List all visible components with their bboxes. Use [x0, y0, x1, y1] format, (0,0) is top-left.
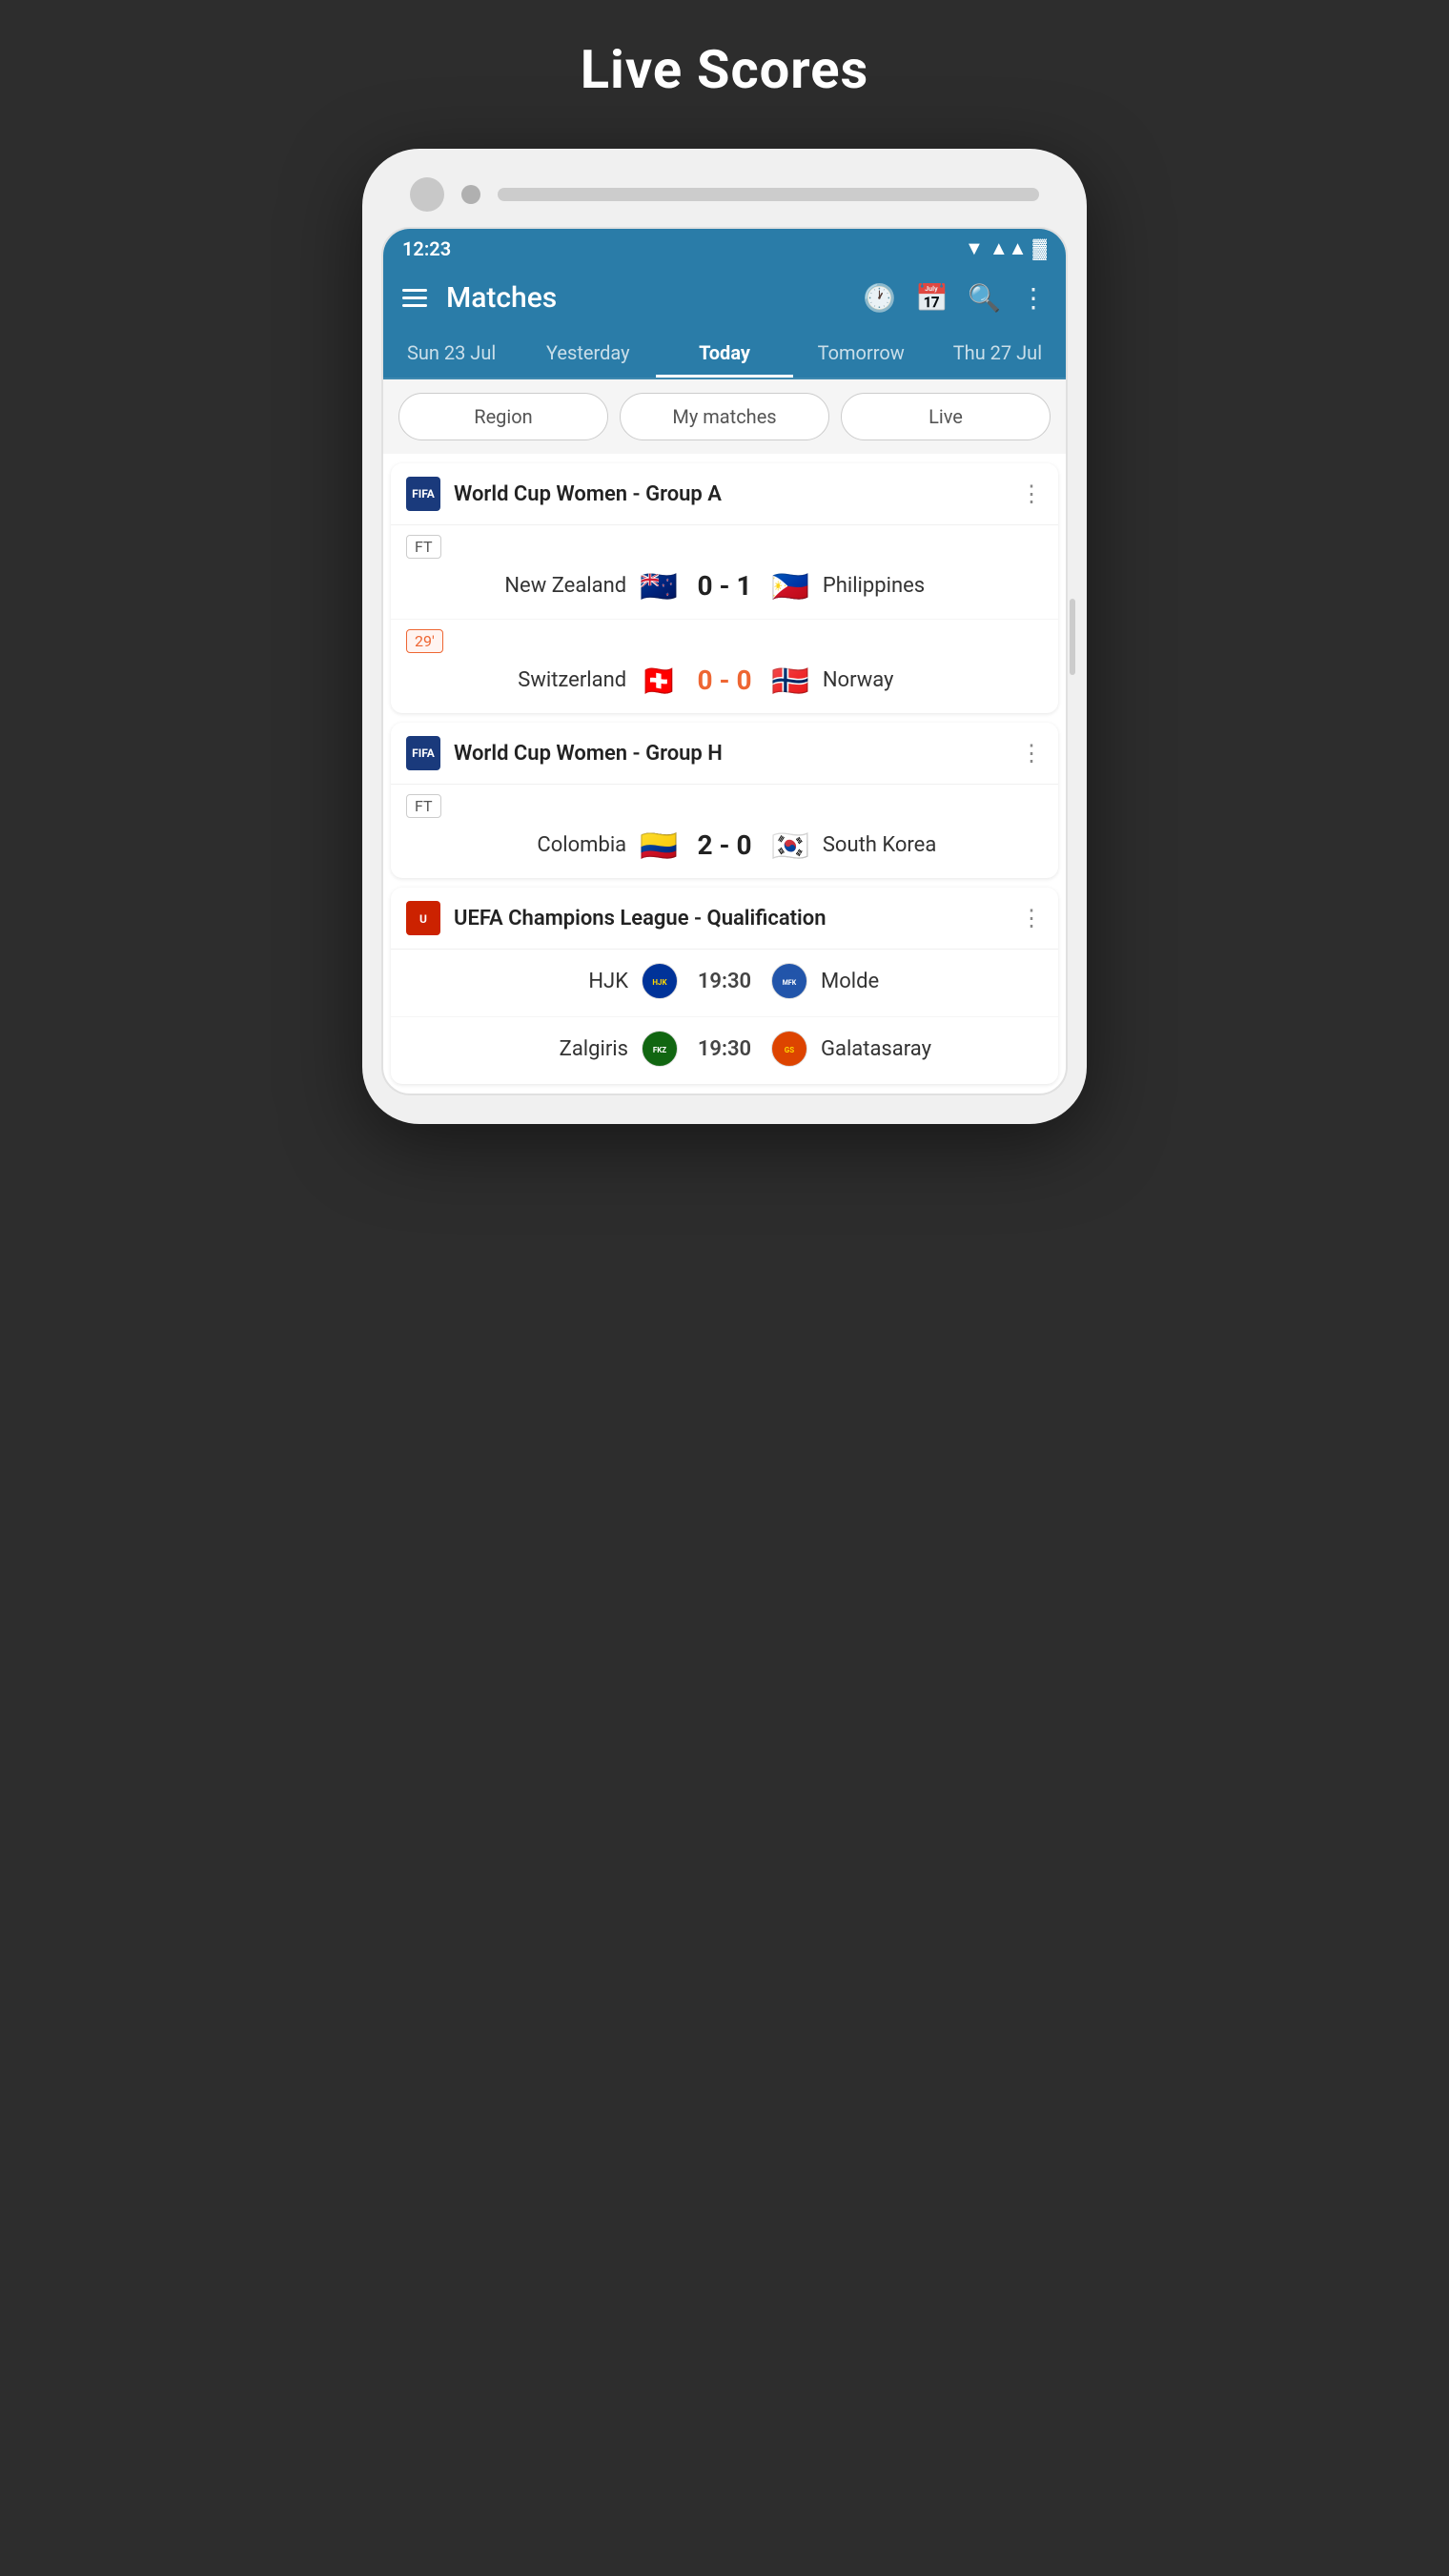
tab-thu-27-jul[interactable]: Thu 27 Jul [929, 328, 1066, 378]
speaker-bar [498, 188, 1039, 201]
wifi-icon: ▼ [965, 236, 984, 260]
match-teams-hjk-molde: HJK HJK 19:30 MFK Molde [406, 959, 1043, 1007]
away-team-southkorea: South Korea [823, 833, 975, 857]
signal-icon: ▲▲ [990, 236, 1028, 260]
league-more-icon-a[interactable]: ⋮ [1020, 480, 1043, 507]
league-header-group-h: FIFA World Cup Women - Group H ⋮ [391, 723, 1058, 785]
match-group-world-cup-women-h: FIFA World Cup Women - Group H ⋮ FT Colo… [391, 723, 1058, 878]
score-nz-philippines: 0 - 1 [691, 570, 758, 602]
clock-icon[interactable]: 🕐 [863, 282, 896, 314]
norway-flag: 🇳🇴 [771, 665, 809, 696]
match-teams-switzerland-norway: Switzerland 🇨🇭 0 - 0 🇳🇴 Norway [406, 661, 1043, 704]
home-team-zalgiris: Zalgiris [476, 1037, 628, 1061]
phone-shell: 12:23 ▼ ▲▲ ▓ Matches 🕐 📅 🔍 ⋮ Sun 23 Jul … [362, 149, 1087, 1124]
away-team-molde: Molde [821, 970, 973, 993]
svg-text:U: U [419, 912, 427, 926]
camera-icon [410, 177, 444, 212]
match-status-colombia: FT [406, 794, 441, 818]
phone-top-bar [381, 177, 1068, 212]
philippines-flag: 🇵🇭 [771, 571, 809, 602]
nz-flag: 🇳🇿 [640, 571, 678, 602]
filter-region[interactable]: Region [398, 393, 608, 440]
more-options-icon[interactable]: ⋮ [1020, 282, 1047, 314]
hamburger-menu-icon[interactable] [402, 289, 427, 307]
svg-text:HJK: HJK [652, 978, 667, 987]
score-switzerland-norway: 0 - 0 [691, 664, 758, 696]
league-more-icon-h[interactable]: ⋮ [1020, 740, 1043, 767]
svg-text:GS: GS [785, 1046, 794, 1054]
score-colombia-southkorea: 2 - 0 [691, 829, 758, 861]
zalgiris-badge: FKZ [642, 1031, 678, 1067]
league-more-icon-uefa[interactable]: ⋮ [1020, 905, 1043, 931]
svg-text:MFK: MFK [783, 979, 797, 987]
svg-text:FKZ: FKZ [653, 1046, 666, 1054]
tab-tomorrow[interactable]: Tomorrow [793, 328, 929, 378]
colombia-flag: 🇨🇴 [640, 830, 678, 861]
tab-sun-23-jul[interactable]: Sun 23 Jul [383, 328, 520, 378]
league-name-uefa: UEFA Champions League - Qualification [454, 907, 1020, 930]
uefa-league-icon: U [406, 901, 440, 935]
status-time: 12:23 [402, 237, 451, 260]
filter-live[interactable]: Live [841, 393, 1051, 440]
status-bar: 12:23 ▼ ▲▲ ▓ [383, 229, 1066, 268]
match-status-nz: FT [406, 535, 441, 559]
match-row-zalgiris-galatasaray: Zalgiris FKZ 19:30 GS Gala [391, 1017, 1058, 1084]
page-title: Live Scores [581, 38, 869, 101]
switzerland-flag: 🇨🇭 [640, 665, 678, 696]
fifa-league-icon: FIFA [406, 477, 440, 511]
tab-yesterday[interactable]: Yesterday [520, 328, 656, 378]
match-teams-colombia-southkorea: Colombia 🇨🇴 2 - 0 🇰🇷 South Korea [406, 826, 1043, 869]
camera-dot [461, 185, 480, 204]
away-team-norway: Norway [823, 668, 975, 692]
match-time-hjk-molde: 19:30 [691, 970, 758, 993]
match-row-colombia-southkorea: FT Colombia 🇨🇴 2 - 0 🇰🇷 South Korea [391, 785, 1058, 878]
home-team-colombia: Colombia [474, 833, 626, 857]
scroll-hint [1070, 599, 1075, 675]
match-teams-zalgiris-galatasaray: Zalgiris FKZ 19:30 GS Gala [406, 1027, 1043, 1074]
search-icon[interactable]: 🔍 [968, 282, 1001, 314]
app-header: Matches 🕐 📅 🔍 ⋮ [383, 268, 1066, 328]
battery-icon: ▓ [1032, 236, 1047, 260]
match-group-uefa-cl: U UEFA Champions League - Qualification … [391, 888, 1058, 1084]
filter-row: Region My matches Live [383, 379, 1066, 454]
match-status-switzerland: 29' [406, 629, 443, 653]
away-team-philippines: Philippines [823, 574, 975, 598]
hjk-badge: HJK [642, 963, 678, 999]
away-team-galatasaray: Galatasaray [821, 1037, 973, 1061]
home-team-switzerland: Switzerland [474, 668, 626, 692]
home-team-nz: New Zealand [474, 574, 626, 598]
match-row-hjk-molde: HJK HJK 19:30 MFK Molde [391, 950, 1058, 1017]
home-team-hjk: HJK [476, 970, 628, 993]
league-header-uefa: U UEFA Champions League - Qualification … [391, 888, 1058, 950]
header-title: Matches [446, 281, 844, 315]
league-header-group-a: FIFA World Cup Women - Group A ⋮ [391, 463, 1058, 525]
phone-screen: 12:23 ▼ ▲▲ ▓ Matches 🕐 📅 🔍 ⋮ Sun 23 Jul … [381, 227, 1068, 1095]
league-name-group-h: World Cup Women - Group H [454, 742, 1020, 766]
molde-badge: MFK [771, 963, 807, 999]
filter-my-matches[interactable]: My matches [620, 393, 829, 440]
galatasaray-badge: GS [771, 1031, 807, 1067]
match-time-zalgiris-galatasaray: 19:30 [691, 1037, 758, 1061]
match-row-switzerland-norway: 29' Switzerland 🇨🇭 0 - 0 🇳🇴 Norway [391, 620, 1058, 713]
match-group-world-cup-women-a: FIFA World Cup Women - Group A ⋮ FT New … [391, 463, 1058, 713]
match-teams-nz-philippines: New Zealand 🇳🇿 0 - 1 🇵🇭 Philippines [406, 566, 1043, 609]
league-name-group-a: World Cup Women - Group A [454, 482, 1020, 506]
status-icons: ▼ ▲▲ ▓ [965, 236, 1047, 260]
match-row-nz-philippines: FT New Zealand 🇳🇿 0 - 1 🇵🇭 Philippines [391, 525, 1058, 620]
tab-today[interactable]: Today [656, 328, 792, 378]
south-korea-flag: 🇰🇷 [771, 830, 809, 861]
calendar-icon[interactable]: 📅 [915, 282, 949, 314]
date-tabs: Sun 23 Jul Yesterday Today Tomorrow Thu … [383, 328, 1066, 379]
fifa-league-icon-h: FIFA [406, 736, 440, 770]
